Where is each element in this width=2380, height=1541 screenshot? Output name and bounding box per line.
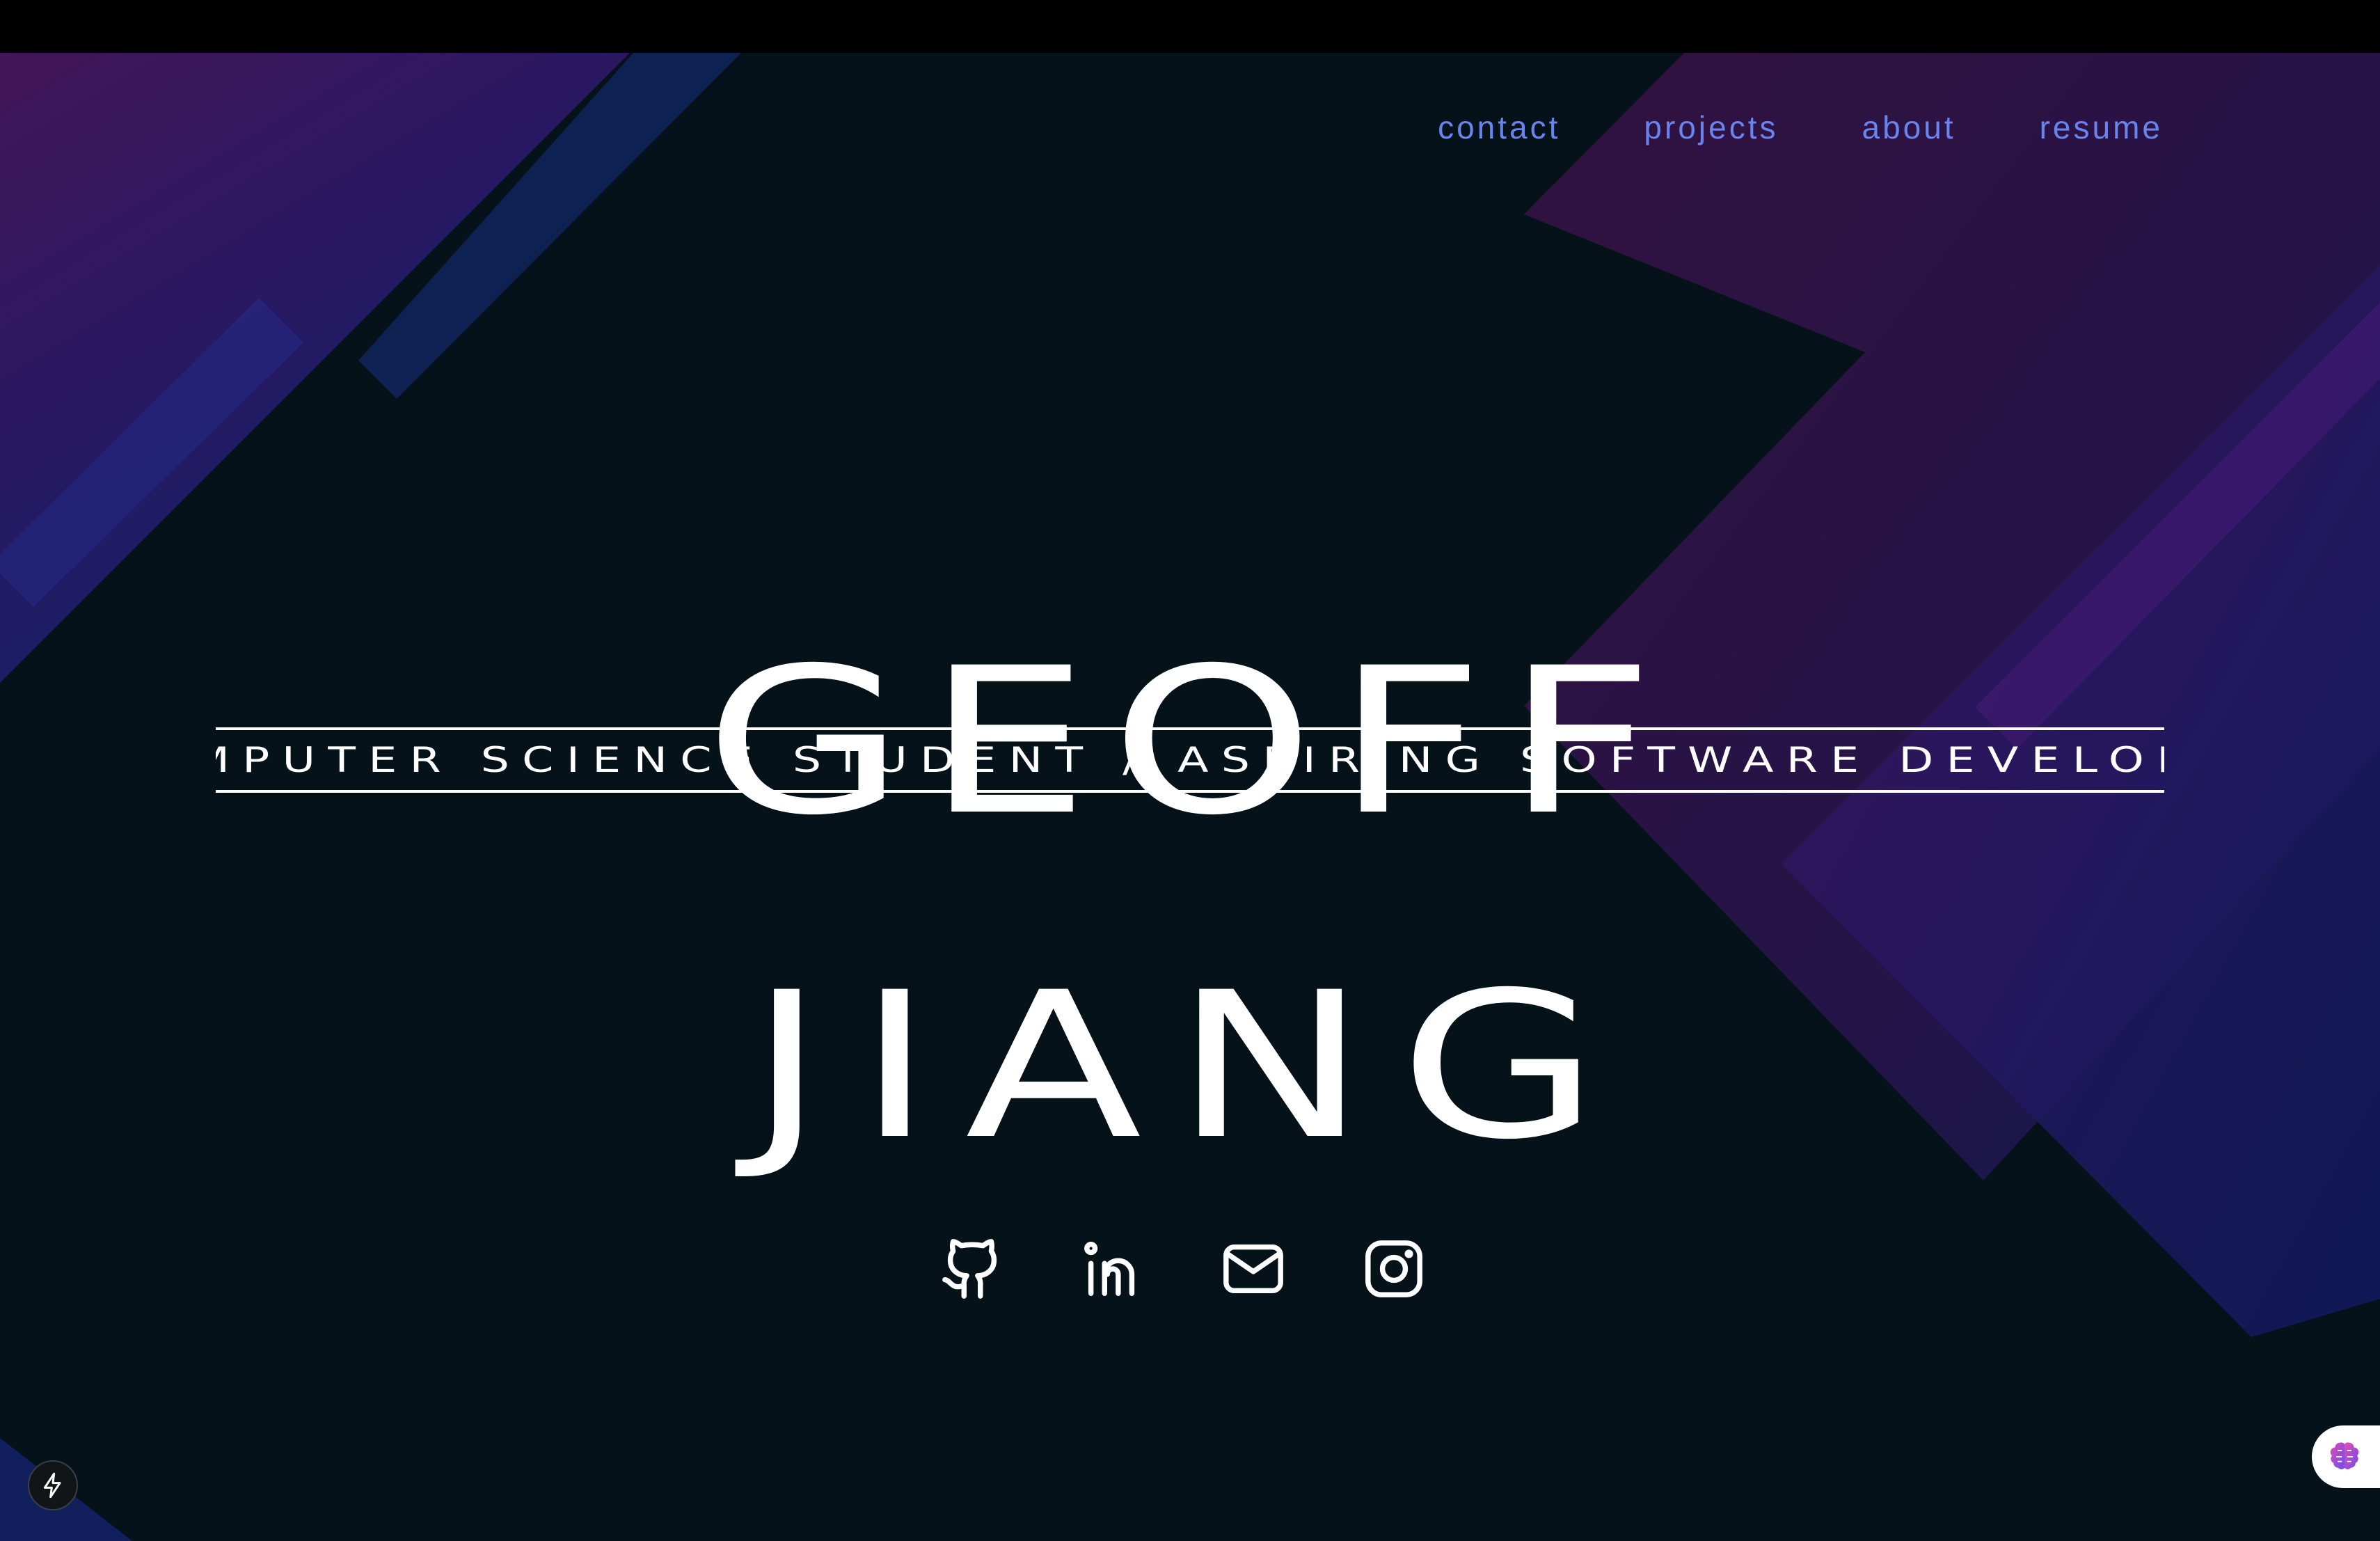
page: contact projects about resume GEOFF COMP… — [0, 53, 2380, 1541]
social-links — [939, 1236, 1427, 1302]
bg-shape-left — [0, 53, 630, 683]
nav-link-about[interactable]: about — [1862, 109, 1955, 146]
hero-subtitle-frame: COMPUTER SCIENCE STUDENT / ASPIRING SOFT… — [216, 727, 2164, 793]
assistant-side-tab[interactable] — [2312, 1425, 2380, 1488]
instagram-link[interactable] — [1361, 1236, 1427, 1302]
hero-subtitle: COMPUTER SCIENCE STUDENT / ASPIRING SOFT… — [216, 740, 2164, 780]
linkedin-link[interactable] — [1080, 1236, 1145, 1302]
github-icon — [942, 1239, 997, 1299]
nav-link-resume[interactable]: resume — [2040, 109, 2163, 146]
main-nav: contact projects about resume — [1438, 109, 2163, 146]
linkedin-icon — [1084, 1242, 1135, 1296]
mail-icon — [1223, 1244, 1283, 1294]
instagram-icon — [1365, 1240, 1422, 1297]
email-link[interactable] — [1221, 1236, 1286, 1302]
hero-last-name: JIANG — [748, 949, 1632, 1185]
nav-link-projects[interactable]: projects — [1644, 109, 1778, 146]
nav-link-contact[interactable]: contact — [1438, 109, 1560, 146]
github-link[interactable] — [939, 1236, 1005, 1302]
brain-icon — [2330, 1442, 2359, 1469]
browser-top-bar — [0, 0, 2380, 53]
dev-tools-button[interactable] — [28, 1460, 78, 1510]
lightning-icon — [43, 1472, 61, 1499]
